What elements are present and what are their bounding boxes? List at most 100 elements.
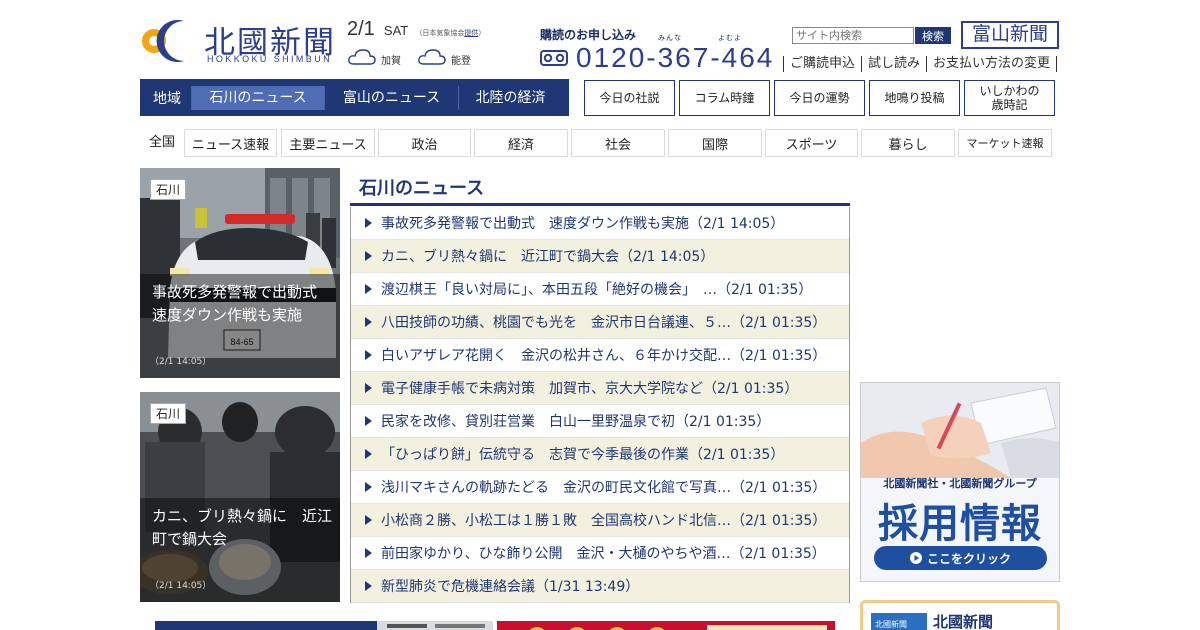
weather-city-kaga: 加賀	[381, 56, 401, 67]
reader-post-button[interactable]: 地鳴り投稿	[869, 80, 960, 116]
news-item-text: 渡辺棋王「良い対局に」、本田五段「絶好の機会」 …（2/1 01:35）	[381, 282, 813, 298]
cloud-icon	[348, 49, 376, 65]
card-tag: 石川	[150, 179, 187, 200]
bullet-icon	[365, 251, 372, 261]
card-title[interactable]: 事故死多発警報で出動式 速度ダウン作戦も実施	[152, 281, 332, 327]
link-trial[interactable]: 試し読み	[861, 56, 926, 72]
editorial-button[interactable]: 今日の社説	[584, 80, 675, 116]
horoscope-button[interactable]: 今日の運勢	[774, 80, 865, 116]
news-item[interactable]: 電子健康手帳で未病対策 加賀市、京大大学院など（2/1 01:35）	[351, 372, 849, 405]
news-item-text: 浅川マキさんの軌跡たどる 金沢の町民文化館で写真…（2/1 01:35）	[381, 480, 827, 496]
bottom-banner-right[interactable]	[497, 621, 835, 630]
region-nav: 地域 石川のニュース 富山のニュース 北陸の経済	[140, 79, 569, 116]
card-time: （2/1 14:05）	[150, 357, 212, 367]
bottom-banner-left-art	[155, 621, 493, 630]
search-input[interactable]	[792, 27, 914, 44]
bullet-icon	[365, 317, 372, 327]
recruit-ad[interactable]: 北國新聞社・北國新聞グループ 採用情報 ここをクリック	[860, 382, 1060, 582]
news-item[interactable]: 「ひっぱり餅」伝統守る 志賀で今季最後の作業（2/1 01:35）	[351, 438, 849, 471]
category-living[interactable]: 暮らし	[861, 129, 955, 157]
region-label: 地域	[153, 90, 181, 107]
news-item-text: 白いアザレア花開く 金沢の松井さん、６年かけ交配…（2/1 01:35）	[381, 348, 827, 364]
weather-kaga[interactable]: 加賀	[347, 47, 401, 67]
freedial-icon	[540, 50, 568, 66]
search-button[interactable]: 検索	[915, 27, 951, 44]
news-item[interactable]: 事故死多発警報で出動式 速度ダウン作戦も実施（2/1 14:05）	[351, 207, 849, 240]
news-item-text: 八田技師の功績、桃園でも光を 金沢市日台議連、５…（2/1 01:35）	[381, 315, 827, 331]
mini-banner-label: 北國新聞	[933, 613, 994, 630]
category-breaking-news[interactable]: ニュース速報	[184, 129, 277, 157]
link-payment-change[interactable]: お支払い方法の変更	[926, 56, 1058, 72]
card-tag: 石川	[150, 403, 187, 424]
header-links: ご購読申込 試し読み お支払い方法の変更	[783, 56, 1058, 72]
category-society[interactable]: 社会	[571, 129, 665, 157]
toyama-shimbun-logo[interactable]: 富山新聞	[961, 21, 1059, 49]
mini-banner-logo: 北國新聞	[871, 613, 927, 630]
bullet-icon	[365, 416, 372, 426]
tab-hokuriku-economy[interactable]: 北陸の経済	[458, 85, 562, 110]
category-international[interactable]: 国際	[668, 129, 762, 157]
hokkoku-mini-banner[interactable]: 北國新聞 北國新聞	[860, 600, 1060, 630]
recruit-ad-photo	[861, 383, 1059, 478]
subscription-phone[interactable]: 0120-367-464	[576, 42, 774, 74]
news-item-text: 事故死多発警報で出動式 速度ダウン作戦も実施（2/1 14:05）	[381, 216, 785, 232]
news-item-text: 小松商２勝、小松工は１勝１敗 全国高校ハンド北信…（2/1 01:35）	[381, 513, 827, 529]
news-item[interactable]: 前田家ゆかり、ひな飾り公開 金沢・大樋のやちや酒…（2/1 01:35）	[351, 537, 849, 570]
news-item[interactable]: カニ、ブリ熱々鍋に 近江町で鍋大会（2/1 14:05）	[351, 240, 849, 273]
bullet-icon	[365, 350, 372, 360]
news-section-title: 石川のニュース	[359, 178, 485, 199]
category-market[interactable]: マーケット速報	[958, 129, 1052, 157]
card-title[interactable]: カニ、ブリ熱々鍋に 近江町で鍋大会	[152, 505, 332, 551]
subscription-phone-row: 0120-367-464	[540, 42, 774, 74]
site-logo[interactable]: 北國新聞 HOKKOKU SHIMBUN	[140, 15, 340, 67]
recruit-ad-button-label: ここをクリック	[926, 551, 1011, 566]
news-item[interactable]: 八田技師の功績、桃園でも光を 金沢市日台議連、５…（2/1 01:35）	[351, 306, 849, 339]
subscription-box[interactable]: 購読のお申し込み みんな よむよ 0120-367-464	[540, 26, 780, 73]
weather-city-noto: 能登	[451, 56, 471, 67]
bottom-banner-right-art	[497, 621, 835, 630]
photo-card-police[interactable]: 84-65 石川 事故死多発警報で出動式 速度ダウン作戦も実施 （2/1 14:…	[140, 168, 340, 378]
column-jisho-button[interactable]: コラム時鐘	[679, 80, 770, 116]
news-item[interactable]: 小松商２勝、小松工は１勝１敗 全国高校ハンド北信…（2/1 01:35）	[351, 504, 849, 537]
bullet-icon	[365, 218, 372, 228]
recruit-ad-company: 北國新聞社・北國新聞グループ	[883, 477, 1037, 490]
weather-credit-link[interactable]: 提供	[464, 29, 478, 37]
news-item[interactable]: 白いアザレア花開く 金沢の松井さん、６年かけ交配…（2/1 01:35）	[351, 339, 849, 372]
link-subscribe[interactable]: ご購読申込	[783, 56, 861, 72]
category-sports[interactable]: スポーツ	[765, 129, 858, 157]
news-item[interactable]: 新型肺炎で危機連絡会議（1/31 13:49）	[351, 570, 849, 603]
date-box: 2/1 SAT （日本気象協会提供）	[347, 18, 487, 41]
category-major-news[interactable]: 主要ニュース	[281, 129, 375, 157]
ishikawa-seasons-button[interactable]: いしかわの 歳時記	[964, 80, 1055, 116]
logo-roman: HOKKOKU SHIMBUN	[207, 54, 333, 64]
tab-ishikawa-news[interactable]: 石川のニュース	[191, 85, 324, 110]
recruit-ad-button[interactable]: ここをクリック	[874, 546, 1047, 570]
tab-toyama-news[interactable]: 富山のニュース	[324, 85, 458, 110]
recruit-ad-headline: 採用情報	[878, 501, 1042, 547]
bullet-icon	[365, 515, 372, 525]
news-item[interactable]: 民家を改修、貸別荘営業 白山一里野温泉で初（2/1 01:35）	[351, 405, 849, 438]
play-circle-icon	[909, 552, 922, 564]
news-item-text: 新型肺炎で危機連絡会議（1/31 13:49）	[381, 579, 640, 595]
weather-credit-suffix: ）	[478, 29, 486, 37]
category-economy[interactable]: 経済	[474, 129, 568, 157]
weather-credit-prefix: （日本気象協会	[415, 29, 465, 37]
news-item[interactable]: 渡辺棋王「良い対局に」、本田五段「絶好の機会」 …（2/1 01:35）	[351, 273, 849, 306]
bullet-icon	[365, 383, 372, 393]
date-weekday: SAT	[383, 23, 409, 38]
news-list: 事故死多発警報で出動式 速度ダウン作戦も実施（2/1 14:05） カニ、ブリ熱…	[350, 207, 850, 603]
date-day: 2/1	[347, 18, 375, 40]
category-national[interactable]: 全国	[140, 130, 184, 156]
news-item[interactable]: 浅川マキさんの軌跡たどる 金沢の町民文化館で写真…（2/1 01:35）	[351, 471, 849, 504]
bullet-icon	[365, 284, 372, 294]
photo-card-nabe[interactable]: 石川 カニ、ブリ熱々鍋に 近江町で鍋大会 （2/1 14:05）	[140, 392, 340, 602]
bullet-icon	[365, 449, 372, 459]
news-item-text: 民家を改修、貸別荘営業 白山一里野温泉で初（2/1 01:35）	[381, 414, 771, 430]
news-section-header: 石川のニュース	[350, 172, 850, 206]
bottom-banner-left[interactable]	[155, 621, 493, 630]
bullet-icon	[365, 548, 372, 558]
bullet-icon	[365, 581, 372, 591]
category-politics[interactable]: 政治	[378, 129, 471, 157]
news-item-text: 電子健康手帳で未病対策 加賀市、京大大学院など（2/1 01:35）	[381, 381, 799, 397]
weather-noto[interactable]: 能登	[417, 47, 471, 67]
